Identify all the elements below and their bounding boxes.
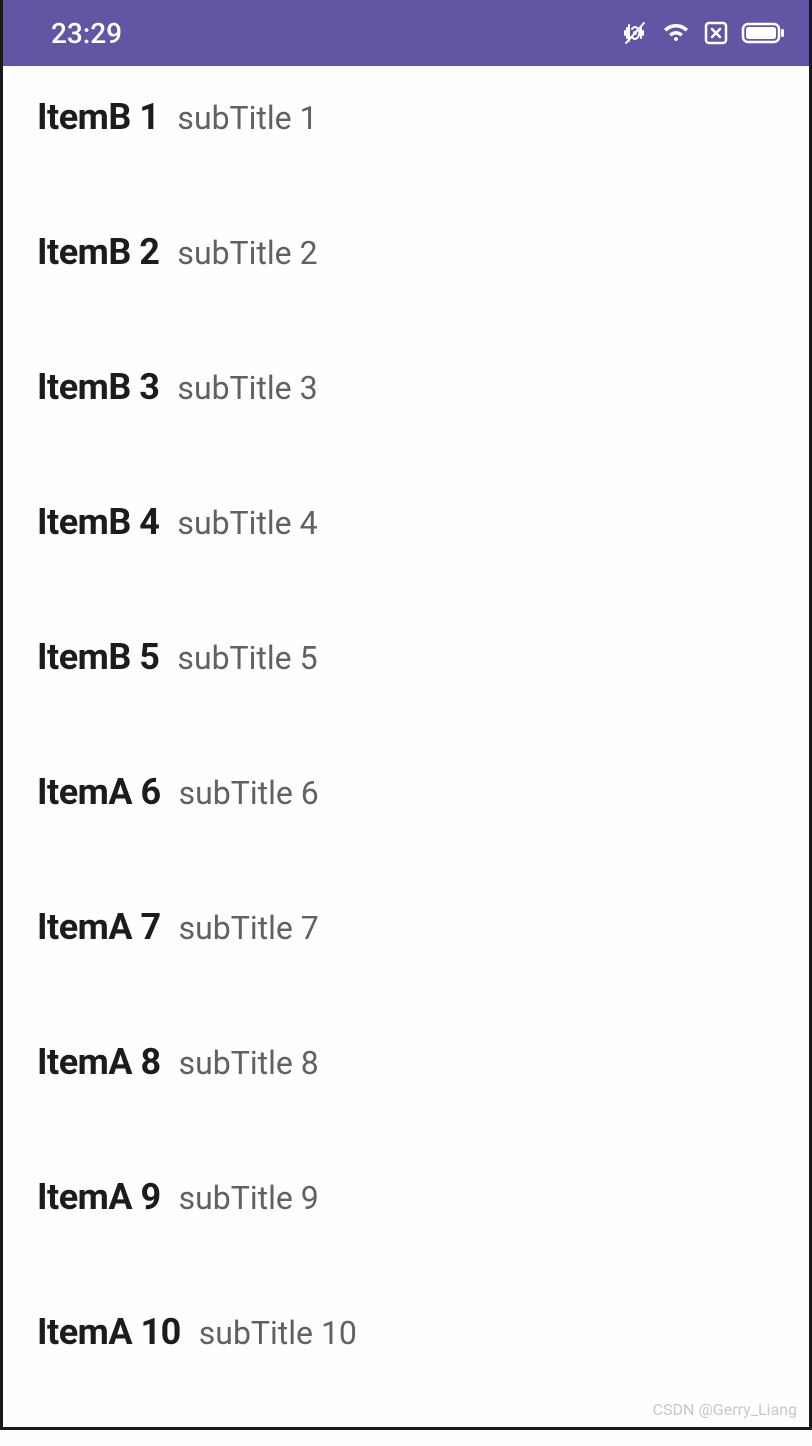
item-subtitle: subTitle 9 — [179, 1179, 319, 1217]
list-item[interactable]: ItemA 9 subTitle 9 — [37, 1176, 775, 1311]
app-frame: 23:29 — [0, 0, 812, 1430]
list-item[interactable]: ItemB 4 subTitle 4 — [37, 501, 775, 636]
status-icons — [619, 20, 785, 46]
item-title: ItemA 7 — [37, 906, 161, 948]
item-title: ItemB 4 — [37, 501, 159, 543]
item-subtitle: subTitle 8 — [179, 1044, 319, 1082]
list-item[interactable]: ItemB 3 subTitle 3 — [37, 366, 775, 501]
list-item[interactable]: ItemB 2 subTitle 2 — [37, 231, 775, 366]
item-title: ItemA 8 — [37, 1041, 161, 1083]
list-item[interactable]: ItemA 7 subTitle 7 — [37, 906, 775, 1041]
status-time: 23:29 — [51, 17, 122, 50]
sim-error-icon — [703, 20, 729, 46]
vibrate-silent-icon — [619, 21, 649, 45]
item-subtitle: subTitle 1 — [177, 99, 317, 137]
item-title: ItemA 10 — [37, 1311, 181, 1353]
list-item[interactable]: ItemB 5 subTitle 5 — [37, 636, 775, 771]
item-subtitle: subTitle 6 — [179, 774, 319, 812]
list-item[interactable]: ItemA 10 subTitle 10 — [37, 1311, 775, 1446]
item-subtitle: subTitle 5 — [177, 639, 317, 677]
item-title: ItemB 2 — [37, 231, 159, 273]
item-title: ItemB 1 — [37, 96, 159, 138]
watermark: CSDN @Gerry_Liang — [653, 1400, 797, 1419]
list-container[interactable]: ItemB 1 subTitle 1 ItemB 2 subTitle 2 It… — [3, 66, 809, 1446]
list-item[interactable]: ItemB 1 subTitle 1 — [37, 96, 775, 231]
item-title: ItemB 5 — [37, 636, 159, 678]
item-subtitle: subTitle 7 — [179, 909, 319, 947]
item-subtitle: subTitle 4 — [177, 504, 317, 542]
battery-icon — [741, 21, 785, 45]
item-title: ItemB 3 — [37, 366, 159, 408]
list-item[interactable]: ItemA 6 subTitle 6 — [37, 771, 775, 906]
item-subtitle: subTitle 3 — [177, 369, 317, 407]
item-subtitle: subTitle 10 — [199, 1314, 357, 1352]
item-subtitle: subTitle 2 — [177, 234, 317, 272]
status-bar: 23:29 — [3, 0, 809, 66]
item-title: ItemA 6 — [37, 771, 161, 813]
list-item[interactable]: ItemA 8 subTitle 8 — [37, 1041, 775, 1176]
wifi-icon — [661, 21, 691, 45]
item-title: ItemA 9 — [37, 1176, 161, 1218]
